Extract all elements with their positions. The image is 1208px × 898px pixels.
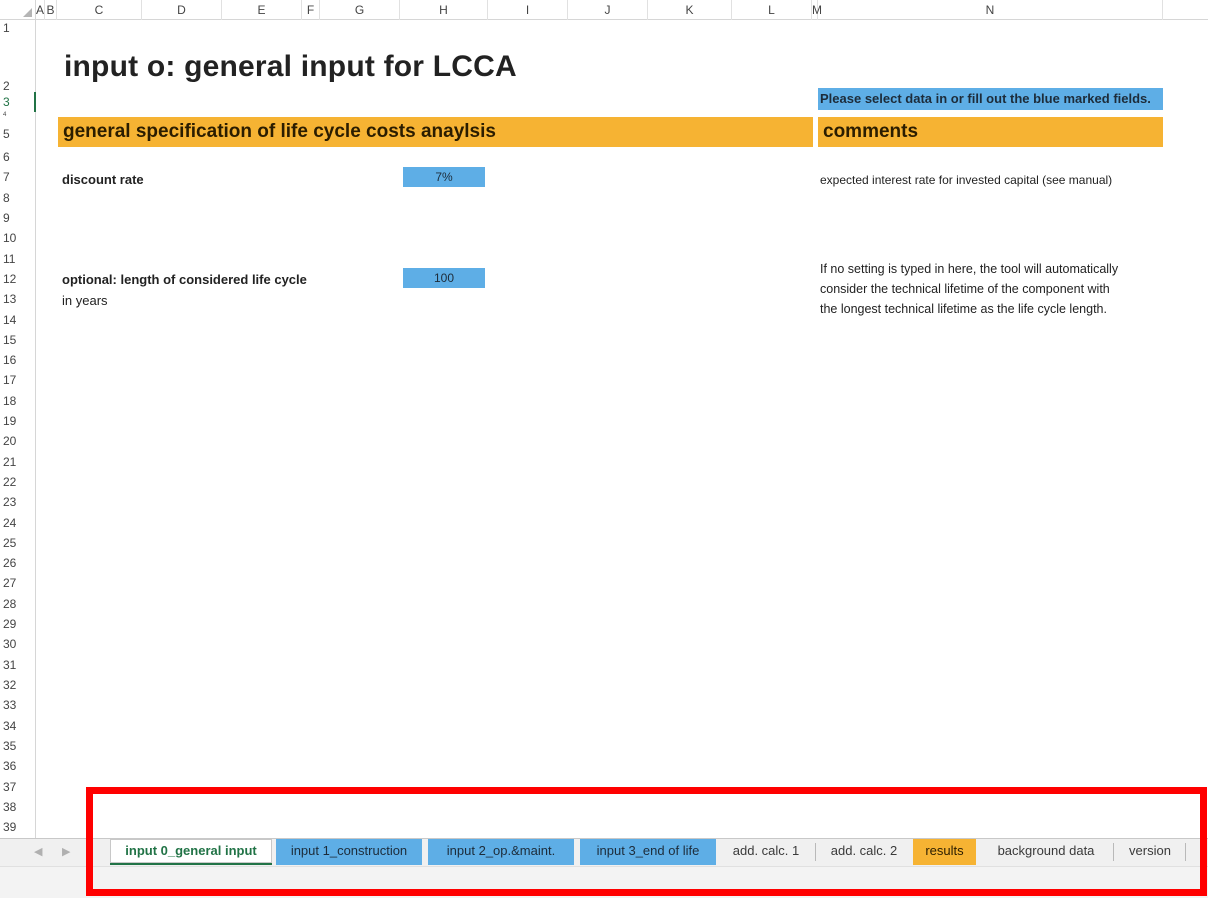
chevron-right-icon[interactable]: ▶ <box>62 845 70 858</box>
row-header[interactable]: 31 <box>0 655 35 675</box>
chevron-left-icon[interactable]: ◀ <box>34 845 42 858</box>
column-header-c[interactable]: C <box>57 0 142 20</box>
row-header[interactable]: 30 <box>0 634 35 654</box>
row-header[interactable]: 28 <box>0 594 35 614</box>
row-header[interactable]: 33 <box>0 695 35 715</box>
row-header-bar: 1 2 3 4 5 6 7 8 9 10 11 12 13 14 15 16 1… <box>0 20 36 838</box>
tab-add-calc-1[interactable]: add. calc. 1 <box>722 839 810 865</box>
row-header[interactable]: 18 <box>0 391 35 411</box>
row-header[interactable]: 11 <box>0 249 35 269</box>
discount-rate-label[interactable]: discount rate <box>62 172 144 187</box>
row-header[interactable]: 16 <box>0 350 35 370</box>
row-header[interactable]: 21 <box>0 452 35 472</box>
tab-version[interactable]: version <box>1118 839 1182 865</box>
tab-divider <box>1185 843 1186 861</box>
row-header[interactable]: 22 <box>0 472 35 492</box>
column-header-l[interactable]: L <box>732 0 812 20</box>
row-header[interactable]: 4 <box>0 112 35 118</box>
column-header-j[interactable]: J <box>568 0 648 20</box>
column-header-h[interactable]: H <box>400 0 488 20</box>
row-header[interactable]: 26 <box>0 553 35 573</box>
section-header[interactable]: general specification of life cycle cost… <box>58 117 813 147</box>
column-header-n[interactable]: N <box>818 0 1163 20</box>
tab-results[interactable]: results <box>913 839 976 865</box>
column-header-k[interactable]: K <box>648 0 732 20</box>
row-header[interactable]: 10 <box>0 228 35 248</box>
row-header[interactable]: 2 <box>0 36 35 93</box>
life-cycle-comment-line-2[interactable]: consider the technical lifetime of the c… <box>820 279 1110 299</box>
column-header-g[interactable]: G <box>320 0 400 20</box>
sheet-title[interactable]: input o: general input for LCCA <box>64 50 517 84</box>
column-header-a[interactable]: A <box>36 0 45 20</box>
tab-divider <box>1113 843 1114 861</box>
row-header[interactable]: 12 <box>0 269 35 289</box>
row-header[interactable]: 38 <box>0 797 35 817</box>
row-header[interactable]: 19 <box>0 411 35 431</box>
column-header-i[interactable]: I <box>488 0 568 20</box>
life-cycle-comment-line-3[interactable]: the longest technical lifetime as the li… <box>820 299 1107 319</box>
row-header[interactable]: 23 <box>0 492 35 512</box>
row-header[interactable]: 13 <box>0 289 35 309</box>
select-all-corner[interactable] <box>0 0 36 20</box>
tab-background-data[interactable]: background data <box>982 839 1110 865</box>
tab-input-1-construction[interactable]: input 1_construction <box>276 839 422 865</box>
instruction-note[interactable]: Please select data in or fill out the bl… <box>818 88 1163 110</box>
life-cycle-input[interactable]: 100 <box>403 268 485 288</box>
status-bar <box>0 866 1208 898</box>
tab-input-0-general-input[interactable]: input 0_general input <box>110 839 272 865</box>
row-header[interactable]: 9 <box>0 208 35 228</box>
row-header[interactable]: 36 <box>0 756 35 776</box>
life-cycle-label[interactable]: optional: length of considered life cycl… <box>62 272 307 287</box>
comments-header[interactable]: comments <box>818 117 1163 147</box>
discount-rate-input[interactable]: 7% <box>403 167 485 187</box>
row-header[interactable]: 8 <box>0 188 35 208</box>
row-header[interactable]: 39 <box>0 817 35 837</box>
row-header[interactable]: 5 <box>0 124 35 144</box>
row-header[interactable]: 14 <box>0 310 35 330</box>
column-header-b[interactable]: B <box>45 0 57 20</box>
row-header[interactable]: 32 <box>0 675 35 695</box>
row-header[interactable]: 17 <box>0 370 35 390</box>
row-header[interactable]: 24 <box>0 513 35 533</box>
row-header-active[interactable]: 3 <box>0 92 36 112</box>
row-header[interactable]: 7 <box>0 167 35 187</box>
row-header[interactable]: 34 <box>0 716 35 736</box>
tab-divider <box>815 843 816 861</box>
row-header[interactable]: 1 <box>0 20 35 36</box>
row-header[interactable]: 15 <box>0 330 35 350</box>
row-header[interactable]: 6 <box>0 147 35 167</box>
column-header-f[interactable]: F <box>302 0 320 20</box>
row-header[interactable]: 27 <box>0 573 35 593</box>
row-header[interactable]: 20 <box>0 431 35 451</box>
select-all-triangle-icon <box>23 8 32 17</box>
row-header[interactable]: 35 <box>0 736 35 756</box>
column-header-e[interactable]: E <box>222 0 302 20</box>
sheet-tab-bar: ◀ ▶ input 0_general input input 1_constr… <box>0 838 1208 866</box>
tab-add-calc-2[interactable]: add. calc. 2 <box>820 839 908 865</box>
row-header[interactable]: 25 <box>0 533 35 553</box>
column-header-d[interactable]: D <box>142 0 222 20</box>
tab-input-3-end-of-life[interactable]: input 3_end of life <box>580 839 716 865</box>
tab-input-2-op-maint[interactable]: input 2_op.&maint. <box>428 839 574 865</box>
row-header[interactable]: 37 <box>0 777 35 797</box>
column-header-bar: A B C D E F G H I J K L M N <box>0 0 1208 20</box>
row-header[interactable]: 29 <box>0 614 35 634</box>
life-cycle-unit[interactable]: in years <box>62 293 108 308</box>
life-cycle-comment-line-1[interactable]: If no setting is typed in here, the tool… <box>820 259 1118 279</box>
discount-rate-comment[interactable]: expected interest rate for invested capi… <box>820 170 1112 190</box>
